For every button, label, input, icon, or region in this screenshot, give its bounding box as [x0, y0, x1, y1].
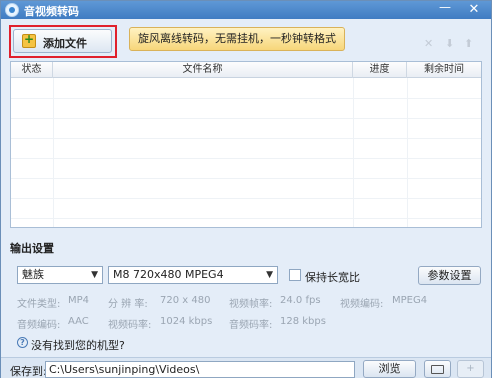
move-up-icon[interactable]: ⬆ — [464, 37, 473, 50]
add-file-icon — [22, 32, 36, 48]
column-status[interactable]: 状态 — [11, 62, 53, 78]
add-file-label: 添加文件 — [43, 37, 87, 50]
column-divider — [53, 78, 54, 227]
video-codec-label: 视频编码: — [340, 299, 384, 310]
app-logo-icon — [5, 3, 19, 17]
file-type-value: MP4 — [68, 295, 90, 306]
row-divider — [11, 198, 481, 199]
close-button[interactable]: ✕ — [459, 1, 489, 18]
delete-icon[interactable]: ✕ — [424, 37, 433, 50]
chevron-down-icon: ▼ — [91, 270, 98, 280]
column-divider — [353, 78, 354, 227]
row-divider — [11, 158, 481, 159]
offline-transcode-button[interactable]: 旋风离线转码，无需挂机，一秒钟转格式 — [129, 27, 345, 51]
move-down-icon[interactable]: ⬇ — [445, 37, 454, 50]
device-select[interactable]: 魅族 ▼ — [17, 266, 103, 284]
export-button[interactable]: + — [457, 360, 484, 378]
column-divider — [407, 78, 408, 227]
minimize-button[interactable]: — — [433, 1, 457, 18]
resolution-value: 720 x 480 — [160, 295, 211, 306]
video-fps-value: 24.0 fps — [280, 295, 321, 306]
save-to-label: 保存到: — [10, 365, 47, 378]
row-divider — [11, 118, 481, 119]
export-icon: + — [466, 363, 475, 374]
audio-codec-value: AAC — [68, 316, 89, 327]
question-icon[interactable]: ? — [17, 337, 28, 348]
device-value: 魅族 — [22, 268, 44, 281]
app-window: 音视频转码 — ✕ 添加文件 旋风离线转码，无需挂机，一秒钟转格式 ✕ ⬇ ⬆ … — [0, 0, 492, 378]
format-select[interactable]: M8 720x480 MPEG4 ▼ — [108, 266, 278, 284]
add-file-button[interactable]: 添加文件 — [13, 29, 112, 53]
column-progress[interactable]: 进度 — [353, 62, 407, 78]
format-value: M8 720x480 MPEG4 — [113, 268, 224, 281]
output-settings-title: 输出设置 — [10, 242, 54, 255]
parameter-settings-button[interactable]: 参数设置 — [418, 266, 481, 285]
row-divider — [11, 98, 481, 99]
audio-codec-label: 音频编码: — [17, 320, 61, 331]
table-header: 状态 文件名称 进度 剩余时间 — [11, 62, 481, 78]
video-fps-label: 视频帧率: — [229, 299, 273, 310]
row-divider — [11, 138, 481, 139]
title-bar[interactable]: 音视频转码 — ✕ — [1, 1, 491, 19]
keep-ratio-label: 保持长宽比 — [305, 271, 360, 284]
chevron-down-icon: ▼ — [266, 270, 273, 280]
save-path-input[interactable]: C:\Users\sunjinping\Videos\ — [45, 361, 355, 378]
column-remaining-time[interactable]: 剩余时间 — [407, 62, 481, 78]
browse-button[interactable]: 浏览 — [363, 360, 416, 378]
window-title: 音视频转码 — [24, 5, 79, 18]
file-type-label: 文件类型: — [17, 299, 61, 310]
audio-bitrate-label: 音频码率: — [229, 320, 273, 331]
model-not-found-link[interactable]: 没有找到您的机型? — [31, 337, 125, 353]
resolution-label: 分 辨 率: — [108, 299, 148, 310]
open-folder-button[interactable] — [424, 360, 451, 378]
keep-ratio-checkbox[interactable] — [289, 269, 301, 281]
folder-icon — [431, 365, 444, 374]
row-divider — [11, 218, 481, 219]
row-divider — [11, 178, 481, 179]
video-codec-value: MPEG4 — [392, 295, 428, 306]
video-bitrate-label: 视频码率: — [108, 320, 152, 331]
column-file-name[interactable]: 文件名称 — [53, 62, 353, 78]
file-table[interactable]: 状态 文件名称 进度 剩余时间 — [10, 61, 482, 228]
video-bitrate-value: 1024 kbps — [160, 316, 213, 327]
audio-bitrate-value: 128 kbps — [280, 316, 326, 327]
